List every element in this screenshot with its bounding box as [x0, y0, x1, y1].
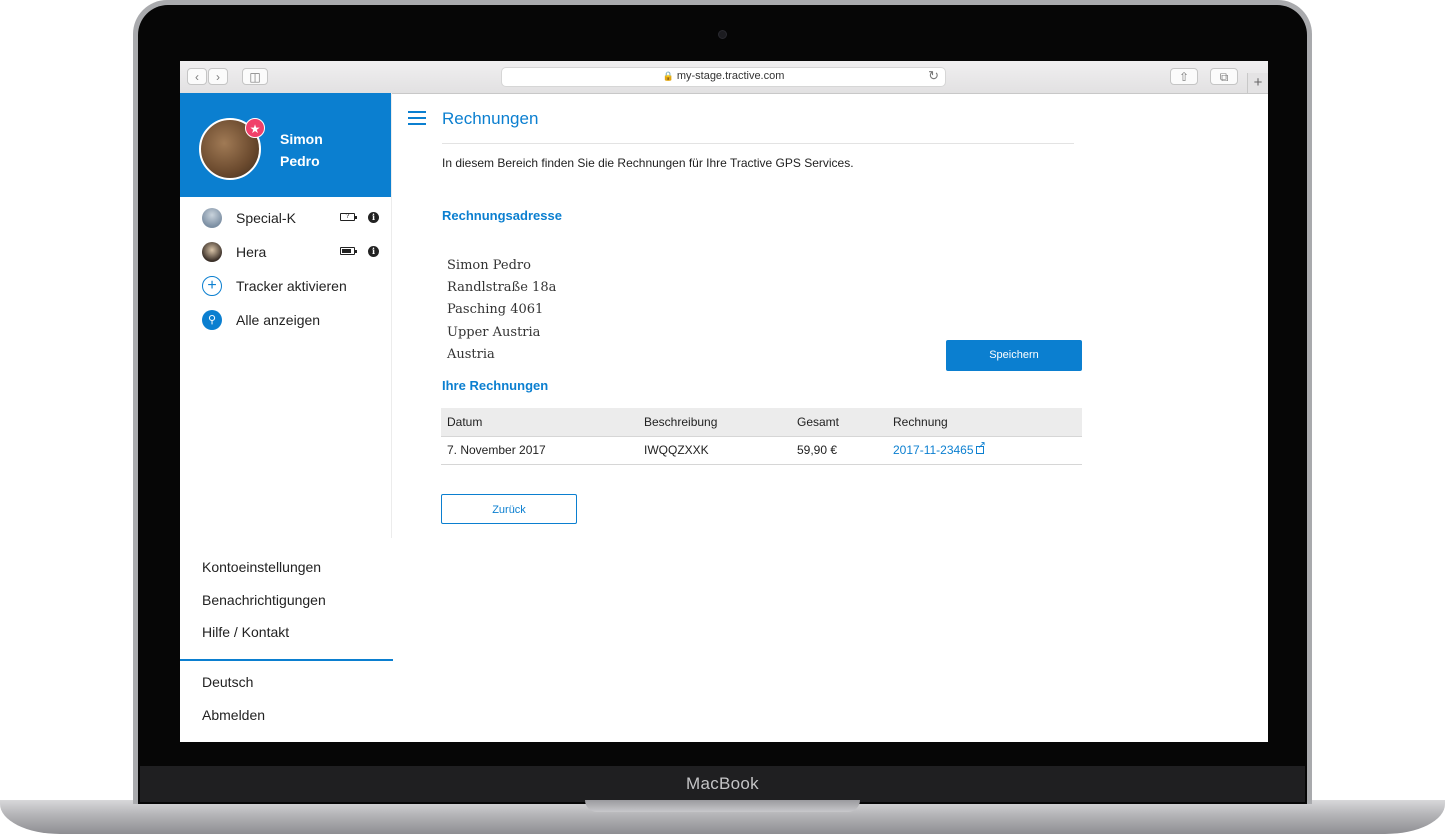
user-name: Simon Pedro: [280, 128, 323, 172]
invoice-number[interactable]: 2017-11-23465: [893, 443, 974, 457]
invoice-date: 7. November 2017: [447, 443, 546, 457]
pet-name: Hera: [236, 244, 267, 260]
title-divider: [442, 143, 1074, 144]
add-circle-icon: +: [202, 276, 222, 296]
forward-chevron-icon[interactable]: ›: [208, 68, 228, 85]
activate-tracker-label: Tracker aktivieren: [236, 278, 347, 294]
battery-text: ?: [345, 213, 350, 220]
battery-unknown-icon: ?: [340, 213, 357, 221]
column-header-invoice: Rechnung: [893, 415, 948, 429]
sidebar: ★ Simon Pedro Special-K ? i Hera i + Tra…: [180, 93, 393, 742]
address-line: Pasching 4061: [447, 302, 544, 318]
address-bar[interactable]: 🔒 my-stage.tractive.com ↻: [501, 67, 946, 87]
external-link-icon[interactable]: [975, 440, 986, 454]
user-first-name: Simon: [280, 131, 323, 147]
address-line: Upper Austria: [447, 324, 541, 340]
back-button[interactable]: Zurück: [441, 494, 577, 524]
table-header: Datum Beschreibung Gesamt Rechnung: [441, 408, 1082, 437]
sidebar-link-language[interactable]: Deutsch: [202, 674, 253, 690]
info-icon[interactable]: i: [368, 212, 379, 223]
save-button[interactable]: Speichern: [946, 340, 1082, 371]
device-label: MacBook: [686, 774, 759, 793]
info-icon[interactable]: i: [368, 246, 379, 257]
battery-icon: [340, 247, 357, 255]
invoices-heading: Ihre Rechnungen: [442, 378, 549, 393]
pet-name: Special-K: [236, 210, 296, 226]
location-pin-icon: ⚲: [202, 310, 222, 330]
pet-avatar: [202, 208, 222, 228]
battery-fill: [342, 249, 351, 253]
url-text: my-stage.tractive.com: [676, 70, 785, 82]
address-line: Simon Pedro: [447, 258, 531, 273]
sidebar-link-account-settings[interactable]: Kontoeinstellungen: [202, 559, 321, 575]
camera-icon: [718, 30, 727, 39]
browser-toolbar: ‹ › ◫ 🔒 my-stage.tractive.com ↻ ⇧ ⧉ +: [180, 61, 1268, 94]
sidebar-toggle-icon[interactable]: ◫: [242, 68, 268, 85]
table-row: 7. November 2017 IWQQZXXK 59,90 € 2017-1…: [441, 436, 1082, 465]
address-line: Austria: [447, 346, 495, 362]
macbook-notch: [585, 800, 860, 812]
lock-icon: 🔒: [662, 71, 674, 81]
sidebar-item-activate-tracker[interactable]: + Tracker aktivieren: [202, 276, 382, 298]
sidebar-item-special-k[interactable]: Special-K ? i: [202, 208, 382, 230]
column-header-date: Datum: [447, 415, 483, 429]
share-icon[interactable]: ⇧: [1170, 68, 1198, 85]
billing-address-heading: Rechnungsadresse: [442, 208, 562, 223]
sidebar-divider: [180, 659, 393, 661]
page-title: Rechnungen: [442, 109, 539, 128]
billing-address: Simon Pedro Randlstraße 18a Pasching 406…: [447, 255, 556, 366]
back-chevron-icon[interactable]: ‹: [187, 68, 207, 85]
star-icon: ★: [245, 118, 265, 138]
sidebar-border: [391, 93, 392, 538]
show-all-label: Alle anzeigen: [236, 312, 321, 328]
sidebar-link-notifications[interactable]: Benachrichtigungen: [202, 592, 326, 608]
pet-avatar: [202, 242, 222, 262]
reload-icon[interactable]: ↻: [928, 68, 939, 84]
user-last-name: Pedro: [280, 153, 320, 169]
column-header-total: Gesamt: [797, 415, 840, 429]
profile-header[interactable]: ★ Simon Pedro: [180, 93, 391, 197]
intro-text: In diesem Bereich finden Sie die Rechnun…: [442, 156, 854, 170]
tabs-icon[interactable]: ⧉: [1210, 68, 1238, 85]
sidebar-item-show-all[interactable]: ⚲ Alle anzeigen: [202, 310, 382, 332]
menu-icon[interactable]: [408, 111, 426, 125]
invoice-link[interactable]: 2017-11-23465: [893, 440, 986, 457]
screen: ‹ › ◫ 🔒 my-stage.tractive.com ↻ ⇧ ⧉ + ★ S…: [180, 61, 1268, 742]
invoice-description: IWQQZXXK: [644, 443, 709, 457]
invoice-total: 59,90 €: [797, 443, 838, 457]
column-header-description: Beschreibung: [644, 415, 718, 429]
new-tab-icon[interactable]: +: [1247, 73, 1268, 93]
sidebar-link-help[interactable]: Hilfe / Kontakt: [202, 624, 289, 640]
sidebar-link-logout[interactable]: Abmelden: [202, 707, 265, 723]
address-line: Randlstraße 18a: [447, 280, 557, 296]
sidebar-item-hera[interactable]: Hera i: [202, 242, 382, 264]
